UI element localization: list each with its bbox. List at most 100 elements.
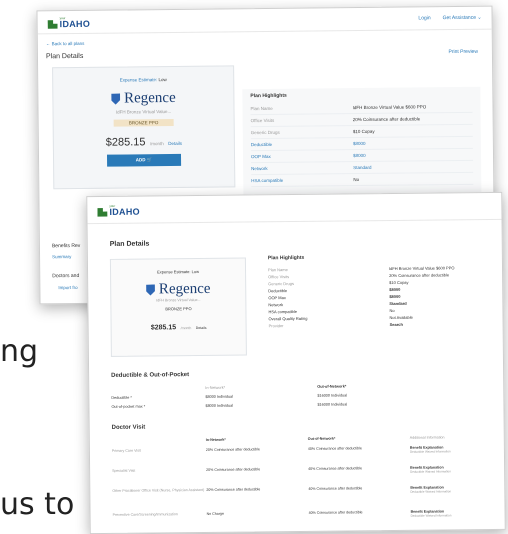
out-network-value: 40% Coinsurance after deductible [308, 466, 363, 471]
in-network-value: $8000 Individual [205, 394, 234, 399]
deductible-table: In-Network* Out-of-Network* Deductible *… [111, 383, 491, 408]
hl-value: 20% Coinsurance after deductible [389, 272, 450, 279]
doctor-visit-table: In-Network* Out-of-Network* Additional I… [112, 435, 493, 533]
hl-value: $8000 [389, 293, 401, 300]
hl-value: Standard [353, 164, 372, 171]
hl-label: HSA compatible [268, 308, 297, 315]
hl-value: $8000 [352, 140, 366, 147]
plan-highlights: Plan Highlights Plan Name IdFH Bronze Vir… [268, 253, 489, 330]
col-in-network: In-Network* [205, 437, 226, 442]
highlights-title: Plan Highlights [267, 254, 305, 262]
regence-shield-icon [146, 284, 155, 295]
hl-value: IdFH Bronze Virtual Value $600 PPO [352, 104, 427, 111]
logo-text: IDAHO [109, 206, 140, 217]
hl-label[interactable]: OOP Max [251, 153, 353, 159]
summary-link[interactable]: Summary [52, 254, 71, 259]
out-network-value: $16000 Individual [317, 402, 348, 407]
slide-text-fragment-2: us to [0, 487, 75, 522]
plan-price: $285.15 [150, 324, 177, 332]
expense-estimate-label: Expense Estimate: [119, 77, 158, 83]
per-month: /month [149, 141, 164, 147]
in-network-value: 20% Coinsurance after deductible [205, 447, 260, 452]
col-out-network: Out-of-Network* [307, 436, 336, 441]
table-row: Deductible * $8000 Individual $16000 Ind… [111, 392, 491, 400]
hl-label[interactable]: Network [251, 165, 353, 171]
expense-estimate-value: Low [158, 77, 167, 83]
benefit-explanation-sub: Deductible Waived Information [410, 469, 451, 474]
out-network-value: 40% Coinsurance after deductible [307, 446, 362, 451]
metal-badge: BRONZE PPO [113, 118, 174, 127]
hl-label: Network [268, 302, 284, 308]
benefit-explanation-sub: Deductible Waived Information [410, 513, 452, 518]
hl-label: Plan Name [250, 105, 273, 112]
per-month: /month [180, 326, 192, 331]
logo: your IDAHO [97, 203, 140, 216]
hl-label: Generic Drugs [268, 281, 294, 287]
hl-value: $8000 [353, 152, 366, 159]
hl-value: $10 Copay [352, 128, 375, 135]
row-label: Preventive Care/Screening/Immunization [112, 512, 178, 517]
page-title: Plan Details [109, 240, 150, 248]
hl-label: OOP Max [268, 295, 286, 301]
expense-estimate-label: Expense Estimate: [157, 269, 191, 275]
details-link[interactable]: Details [168, 141, 182, 146]
plan-card: Expense Estimate: Low Regence IdFH Bronz… [109, 257, 247, 357]
page-title: Plan Details [45, 52, 84, 61]
plan-type: PPO [148, 120, 159, 126]
logo-mark-icon [97, 207, 107, 216]
hl-label: Provider [268, 323, 284, 329]
plan-card: Expense Estimate: Low Regence IdFH Bronz… [52, 65, 236, 190]
top-nav: your IDAHO [87, 192, 502, 225]
hl-value: $8000 [389, 286, 401, 293]
plan-type: PPO [183, 306, 192, 312]
benefit-explanation-sub: Deductible Waived Information [410, 489, 452, 494]
hl-value: IdFH Bronze Virtual Value $600 PPO [388, 265, 455, 272]
hl-label: Office Visits [250, 117, 275, 124]
row-label: Specialist Visit [112, 468, 136, 473]
hl-label: Plan Name [267, 267, 288, 273]
deductible-section-title: Deductible & Out-of-Pocket [111, 372, 190, 379]
out-network-value: 40% Coinsurance after deductible [308, 486, 363, 491]
out-network-value: 40% Coinsurance after deductible [308, 510, 363, 515]
in-network-value: 20% Coinsurance after deductible [206, 467, 261, 472]
in-network-value: 20% Coinsurance after deductible [206, 487, 261, 492]
metal-level: BRONZE [128, 120, 148, 126]
in-network-value: No Charge [206, 511, 224, 516]
metal-level: BRONZE [165, 306, 182, 312]
hl-value: Standard [389, 300, 407, 307]
login-link[interactable]: Login [418, 15, 430, 21]
hl-value: $10 Copay [389, 279, 409, 286]
back-to-plans-link[interactable]: ← Back to all plans [46, 41, 85, 46]
get-assistance-menu[interactable]: Get Assistance ⌄ [443, 15, 482, 21]
doctor-visit-title: Doctor Visit [111, 424, 146, 431]
import-link[interactable]: Import fro [58, 285, 77, 290]
carrier-name: Regence [123, 89, 176, 107]
expense-estimate-value: Low [191, 269, 199, 275]
metal-badge: BRONZE PPO [111, 306, 245, 312]
print-preview-link[interactable]: Print Preview [448, 49, 478, 55]
logo: your IDAHO [48, 15, 90, 29]
col-in-network: In-Network* [205, 385, 226, 390]
details-link[interactable]: Details [196, 326, 207, 330]
plan-price: $285.15 [105, 136, 146, 149]
benefits-heading: Benefits Rev [51, 242, 81, 250]
hl-label[interactable]: Deductible [251, 141, 353, 147]
regence-shield-icon [111, 94, 120, 105]
highlights-title: Plan Highlights [250, 92, 287, 100]
provider-search-link[interactable]: Search [390, 322, 403, 327]
row-label: Primary Care Visit [111, 448, 141, 453]
col-out-network: Out-of-Network* [317, 384, 347, 389]
doctors-heading: Doctors and [52, 272, 80, 280]
hl-label[interactable]: HSA compatible [251, 177, 353, 183]
logo-mark-icon [48, 20, 58, 29]
plan-subtitle: IdFH Bronze Virtual Value... [115, 108, 172, 115]
hl-value: Not Available [389, 314, 413, 321]
table-row: Preventive Care/Screening/Immunization N… [113, 509, 493, 533]
row-label: Other Practitioner Office Visit (Nurse, … [112, 487, 205, 493]
col-additional-info: Additional Information [409, 435, 445, 440]
row-label: Deductible * [111, 395, 132, 400]
hl-label: Generic Drugs [250, 129, 280, 136]
add-to-cart-button[interactable]: ADD 🛒 [106, 153, 182, 167]
hl-value: No [353, 177, 360, 183]
slide-text-fragment-1: ng [0, 334, 39, 369]
